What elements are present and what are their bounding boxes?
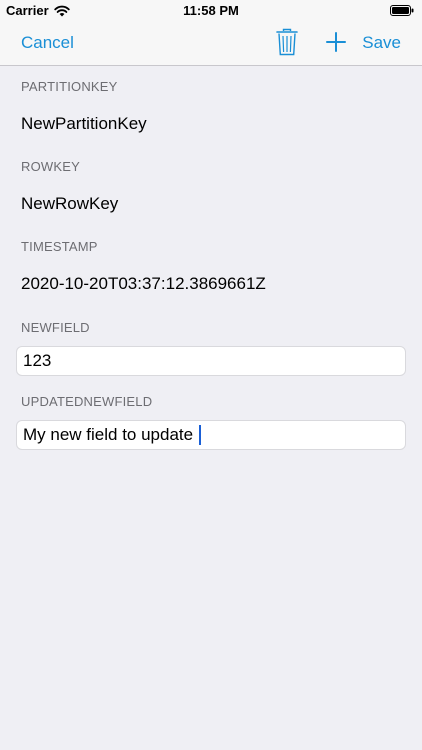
newfield-label: NEWFIELD bbox=[21, 320, 90, 335]
save-button[interactable]: Save bbox=[362, 33, 401, 53]
battery-icon bbox=[390, 5, 414, 16]
cancel-button[interactable]: Cancel bbox=[21, 33, 74, 53]
trash-icon bbox=[276, 28, 298, 56]
text-cursor bbox=[199, 425, 201, 445]
rowkey-value: NewRowKey bbox=[21, 194, 119, 213]
status-time: 11:58 PM bbox=[183, 3, 239, 18]
status-bar: Carrier 11:58 PM bbox=[0, 0, 422, 22]
plus-icon bbox=[326, 32, 346, 52]
timestamp-value: 2020-10-20T03:37:12.3869661Z bbox=[21, 274, 266, 293]
rowkey-label: ROWKEY bbox=[21, 159, 80, 174]
partitionkey-label: PARTITIONKEY bbox=[21, 79, 118, 94]
updatednewfield-label: UPDATEDNEWFIELD bbox=[21, 394, 153, 409]
add-button[interactable] bbox=[325, 31, 347, 53]
delete-button[interactable] bbox=[276, 28, 298, 56]
navigation-bar: Cancel Save bbox=[0, 22, 422, 66]
partitionkey-value: NewPartitionKey bbox=[21, 114, 147, 133]
newfield-input[interactable] bbox=[16, 346, 406, 376]
updatednewfield-input[interactable] bbox=[16, 420, 406, 450]
timestamp-label: TIMESTAMP bbox=[21, 239, 98, 254]
